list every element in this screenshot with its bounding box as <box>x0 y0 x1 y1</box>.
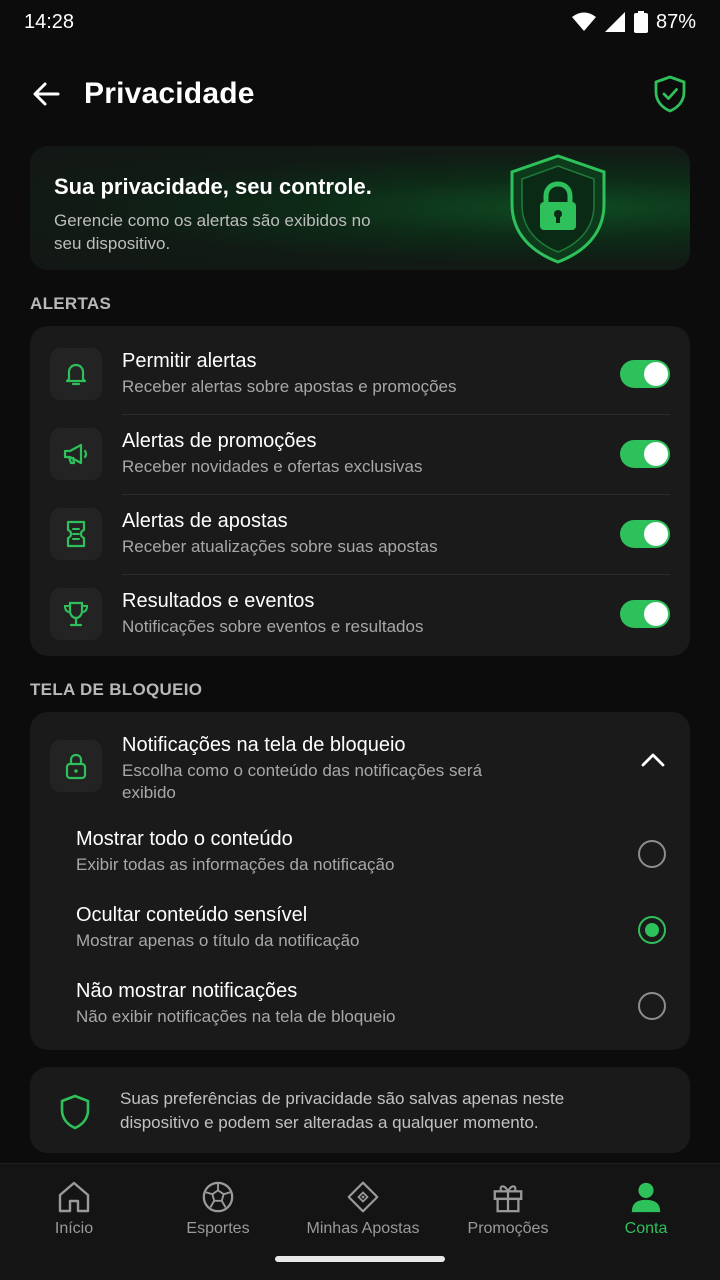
nav-label: Minhas Apostas <box>306 1220 420 1237</box>
battery-icon <box>633 11 648 33</box>
nav-item-promotions[interactable]: Promoções <box>443 1180 573 1238</box>
alerts-section-label: ALERTAS <box>30 294 112 313</box>
lockscreen-card: Notificações na tela de bloqueio Escolha… <box>30 712 690 1050</box>
permit-alerts-toggle[interactable] <box>620 360 670 388</box>
alert-title: Resultados e eventos <box>122 590 315 612</box>
hero-description: Gerencie como os alertas são exibidos no… <box>54 211 371 253</box>
back-button[interactable] <box>26 74 66 114</box>
lockscreen-notifications-header[interactable]: Notificações na tela de bloqueio Escolha… <box>30 712 690 812</box>
privacy-hero-banner: Sua privacidade, seu controle. Gerencie … <box>30 146 690 270</box>
lockscreen-option-show-all[interactable]: Mostrar todo o conteúdo Exibir todas as … <box>30 828 690 898</box>
status-icons: 87% <box>571 10 696 34</box>
trophy-icon <box>50 588 102 640</box>
bell-icon <box>50 348 102 400</box>
arrow-left-icon <box>33 82 60 106</box>
security-shield-button[interactable] <box>650 74 690 114</box>
lockscreen-option-hide-all[interactable]: Não mostrar notificações Não exibir noti… <box>30 980 690 1050</box>
option-title: Ocultar conteúdo sensível <box>76 904 308 926</box>
option-subtitle: Exibir todas as informações da notificaç… <box>76 855 395 874</box>
home-icon <box>58 1181 90 1213</box>
shield-check-icon <box>654 75 686 113</box>
bets-alerts-toggle[interactable] <box>620 520 670 548</box>
megaphone-icon <box>50 428 102 480</box>
alert-subtitle: Notificações sobre eventos e resultados <box>122 617 424 636</box>
status-time: 14:28 <box>24 10 75 33</box>
alert-title: Permitir alertas <box>122 350 257 372</box>
home-indicator[interactable] <box>275 1256 445 1262</box>
cell-signal-icon <box>604 12 625 32</box>
ticket-icon <box>50 508 102 560</box>
nav-label: Conta <box>624 1220 668 1237</box>
wifi-icon <box>571 12 596 31</box>
nav-item-sports[interactable]: Esportes <box>153 1180 283 1238</box>
nav-label: Esportes <box>186 1220 250 1237</box>
gift-icon <box>493 1185 523 1213</box>
option-subtitle: Não exibir notificações na tela de bloqu… <box>76 1007 396 1026</box>
shield-lock-illustration-icon <box>510 154 606 264</box>
status-bar: 14:28 87% <box>0 0 720 44</box>
hero-title: Sua privacidade, seu controle. <box>54 174 372 199</box>
alert-title: Alertas de apostas <box>122 510 288 532</box>
lockscreen-option-hide-sensitive[interactable]: Ocultar conteúdo sensível Mostrar apenas… <box>30 904 690 974</box>
alert-row-permit[interactable]: Permitir alertas Receber alertas sobre a… <box>30 326 690 406</box>
lockscreen-section-label: TELA DE BLOQUEIO <box>30 680 203 699</box>
alert-subtitle: Receber alertas sobre apostas e promoçõe… <box>122 377 457 396</box>
lock-icon <box>50 740 102 792</box>
alert-subtitle: Receber atualizações sobre suas apostas <box>122 537 438 556</box>
bet-ticket-icon <box>347 1181 379 1213</box>
option-subtitle: Mostrar apenas o título da notificação <box>76 931 360 950</box>
alerts-card: Permitir alertas Receber alertas sobre a… <box>30 326 690 656</box>
hide-all-radio[interactable] <box>638 992 666 1020</box>
alert-subtitle: Receber novidades e ofertas exclusivas <box>122 457 423 476</box>
nav-label: Início <box>54 1220 94 1237</box>
alert-row-bets[interactable]: Alertas de apostas Receber atualizações … <box>30 486 690 566</box>
option-title: Não mostrar notificações <box>76 980 298 1002</box>
privacy-info-card: Suas preferências de privacidade são sal… <box>30 1067 690 1153</box>
user-icon <box>631 1182 661 1213</box>
app-bar: Privacidade <box>0 62 720 126</box>
lockscreen-subtitle: Escolha como o conteúdo das notificações… <box>122 761 483 802</box>
bottom-navigation: Início Esportes Minhas Apostas Promoções… <box>0 1163 720 1280</box>
privacy-info-text: Suas preferências de privacidade são sal… <box>120 1089 565 1132</box>
chevron-up-icon[interactable] <box>640 752 666 768</box>
nav-item-my-bets[interactable]: Minhas Apostas <box>298 1180 428 1238</box>
nav-label: Promoções <box>467 1220 549 1237</box>
alert-row-results[interactable]: Resultados e eventos Notificações sobre … <box>30 566 690 646</box>
shield-icon <box>60 1094 90 1130</box>
lockscreen-title: Notificações na tela de bloqueio <box>122 734 406 756</box>
hide-sensitive-radio[interactable] <box>638 916 666 944</box>
page-title: Privacidade <box>84 77 255 110</box>
nav-item-account[interactable]: Conta <box>581 1180 711 1238</box>
option-title: Mostrar todo o conteúdo <box>76 828 293 850</box>
alert-row-promotions[interactable]: Alertas de promoções Receber novidades e… <box>30 406 690 486</box>
soccer-ball-icon <box>202 1181 234 1213</box>
show-all-radio[interactable] <box>638 840 666 868</box>
results-alerts-toggle[interactable] <box>620 600 670 628</box>
alert-title: Alertas de promoções <box>122 430 317 452</box>
promotions-alerts-toggle[interactable] <box>620 440 670 468</box>
nav-item-home[interactable]: Início <box>9 1180 139 1238</box>
battery-level: 87% <box>655 10 696 33</box>
